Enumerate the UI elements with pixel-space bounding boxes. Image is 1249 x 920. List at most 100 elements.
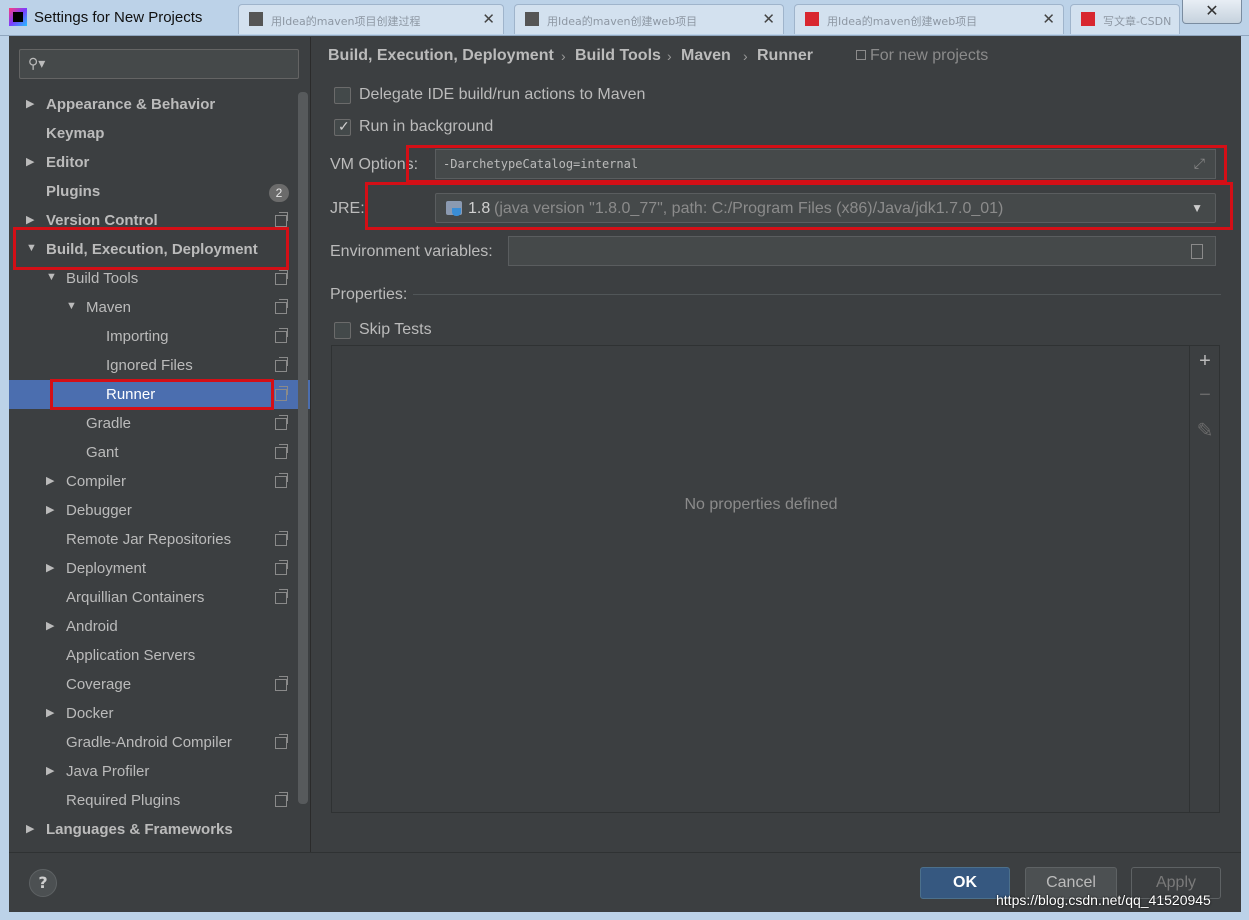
- settings-sidebar: ⚲▾ ▶ Appearance & Behavior Keymap ▶ Editor Pl…: [9, 37, 310, 852]
- help-button[interactable]: ?: [29, 869, 57, 897]
- delegate-label[interactable]: Delegate IDE build/run actions to Maven: [359, 86, 645, 104]
- background-tab-4[interactable]: 写文章-CSDN: [1070, 4, 1180, 34]
- background-tab-1[interactable]: 用Idea的maven项目创建过程 博客 CSDN ✕: [238, 4, 504, 34]
- skip-tests-label[interactable]: Skip Tests: [359, 321, 432, 339]
- tree-item[interactable]: ▶ Docker: [9, 699, 310, 728]
- chevron-right-icon[interactable]: ▶: [46, 503, 54, 516]
- tree-item[interactable]: Arquillian Containers: [9, 583, 310, 612]
- tree-item[interactable]: Gradle-Android Compiler: [9, 728, 310, 757]
- chevron-right-icon[interactable]: ▶: [46, 706, 54, 719]
- remove-icon[interactable]: −: [1196, 384, 1214, 407]
- project-scope-icon: [275, 676, 288, 691]
- project-scope-icon: [275, 357, 288, 372]
- chevron-right-icon[interactable]: ▶: [26, 822, 34, 835]
- properties-label: Properties:: [330, 286, 408, 303]
- tree-item[interactable]: Coverage: [9, 670, 310, 699]
- run-in-background-label[interactable]: Run in background: [359, 118, 493, 136]
- tab-close-icon[interactable]: ✕: [482, 10, 495, 28]
- chevron-right-icon[interactable]: ▶: [46, 619, 54, 632]
- sidebar-scrollbar[interactable]: [298, 92, 308, 804]
- tree-item-label: Coverage: [66, 676, 132, 693]
- chevron-right-icon[interactable]: ▶: [26, 155, 34, 168]
- tree-item[interactable]: Gant: [9, 438, 310, 467]
- tree-item[interactable]: ▶ Java Profiler: [9, 757, 310, 786]
- properties-separator: [413, 294, 1221, 295]
- add-icon[interactable]: +: [1196, 350, 1214, 373]
- tree-item-label: Arquillian Containers: [66, 589, 205, 606]
- chevron-right-icon[interactable]: ▶: [46, 764, 54, 777]
- tree-item[interactable]: ▶ Appearance & Behavior: [9, 90, 310, 119]
- intellij-logo-icon: [9, 8, 27, 26]
- tree-item-label: Remote Jar Repositories: [66, 531, 232, 548]
- background-tab-3[interactable]: 用Idea的maven创建web项目 CSDN ✕: [794, 4, 1064, 34]
- chevron-right-icon[interactable]: ▶: [26, 213, 34, 226]
- env-variables-input[interactable]: [508, 236, 1216, 266]
- breadcrumb-separator: ›: [667, 48, 672, 64]
- tree-item[interactable]: ▶ Deployment: [9, 554, 310, 583]
- background-tab-2[interactable]: 用Idea的maven创建web项目 CSDN ✕: [514, 4, 784, 34]
- tree-item-label: Appearance & Behavior: [46, 96, 216, 113]
- vm-options-label: VM Options:: [330, 156, 419, 173]
- properties-toolbar: + − ✎: [1189, 346, 1219, 812]
- env-variables-label: Environment variables:: [330, 243, 493, 260]
- csdn-icon: [805, 12, 819, 26]
- chevron-down-icon[interactable]: ▼: [66, 300, 77, 312]
- tree-item[interactable]: ▶ Debugger: [9, 496, 310, 525]
- project-scope-icon: [275, 473, 288, 488]
- run-in-background-checkbox[interactable]: ✓: [334, 118, 351, 136]
- tree-item-label: Application Servers: [66, 647, 196, 664]
- tree-item[interactable]: Application Servers: [9, 641, 310, 670]
- tree-item[interactable]: Plugins 2: [9, 177, 310, 206]
- tree-item[interactable]: ▶ Compiler: [9, 467, 310, 496]
- chevron-down-icon[interactable]: ▼: [46, 271, 57, 283]
- tree-item[interactable]: Keymap: [9, 119, 310, 148]
- skip-tests-checkbox[interactable]: [334, 322, 351, 339]
- window-title: Settings for New Projects: [34, 9, 203, 26]
- tree-item[interactable]: ▶ Languages & Frameworks: [9, 815, 310, 844]
- checkmark-icon: ✓: [338, 118, 350, 134]
- tree-item[interactable]: Ignored Files: [9, 351, 310, 380]
- jre-label: JRE:: [330, 200, 365, 217]
- highlight-box: [406, 145, 1227, 183]
- tree-item-label: Gradle: [86, 415, 132, 432]
- tab-close-icon[interactable]: ✕: [1042, 10, 1055, 28]
- tree-item-label: Build Tools: [66, 270, 139, 287]
- tree-item-label: Compiler: [66, 473, 127, 490]
- tree-item-label: Deployment: [66, 560, 147, 577]
- chevron-right-icon[interactable]: ▶: [26, 97, 34, 110]
- tree-item-label: Android: [66, 618, 118, 635]
- properties-table[interactable]: No properties defined + − ✎: [331, 345, 1220, 813]
- page-icon: [525, 12, 539, 26]
- breadcrumb-separator: ›: [743, 48, 748, 64]
- tree-item-label: Maven: [86, 299, 132, 316]
- delegate-checkbox[interactable]: [334, 87, 351, 104]
- tree-item[interactable]: Importing: [9, 322, 310, 351]
- project-scope-icon: [275, 328, 288, 343]
- project-scope-icon: [275, 386, 288, 401]
- edit-icon[interactable]: ✎: [1196, 418, 1214, 443]
- browse-document-icon[interactable]: [1191, 244, 1203, 259]
- tree-item-label: Java Profiler: [66, 763, 150, 780]
- tree-item[interactable]: ▶ Editor: [9, 148, 310, 177]
- chevron-right-icon[interactable]: ▶: [46, 561, 54, 574]
- tab-close-icon[interactable]: ✕: [762, 10, 775, 28]
- update-count-badge: 2: [269, 184, 289, 202]
- highlight-box: [50, 379, 274, 410]
- tree-item[interactable]: Required Plugins: [9, 786, 310, 815]
- tree-item-label: Gant: [86, 444, 119, 461]
- chevron-right-icon[interactable]: ▶: [46, 474, 54, 487]
- window-close-button[interactable]: ✕: [1182, 0, 1242, 24]
- tree-item[interactable]: Remote Jar Repositories: [9, 525, 310, 554]
- tree-item[interactable]: ▼ Maven: [9, 293, 310, 322]
- project-scope-icon: [275, 212, 288, 227]
- breadcrumb-separator: ›: [561, 48, 566, 64]
- settings-search-input[interactable]: ⚲▾: [19, 49, 299, 79]
- tree-item-label: Docker: [66, 705, 114, 722]
- tree-item[interactable]: ▶ Android: [9, 612, 310, 641]
- tree-item[interactable]: Gradle: [9, 409, 310, 438]
- project-scope-icon: [275, 270, 288, 285]
- tree-item-label: Keymap: [46, 125, 105, 142]
- window-frame-bottom: [0, 912, 1249, 920]
- window-titlebar: Settings for New Projects 用Idea的maven项目创…: [0, 0, 1249, 36]
- tree-item-label: Importing: [106, 328, 169, 345]
